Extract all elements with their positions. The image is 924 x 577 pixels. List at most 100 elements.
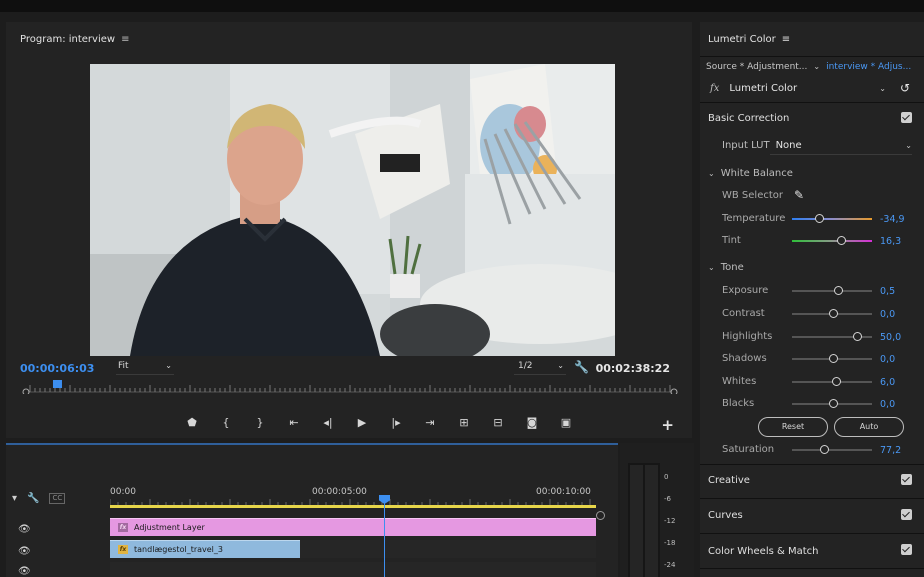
chevron-down-icon: ⌄ bbox=[708, 169, 715, 178]
creative-checkbox[interactable] bbox=[901, 474, 912, 485]
white-balance-header[interactable]: ⌄ White Balance bbox=[708, 168, 793, 179]
slider-knob[interactable] bbox=[819, 445, 829, 454]
color-wheels-checkbox[interactable] bbox=[901, 544, 912, 555]
zoom-fit-select[interactable]: Fit ⌄ bbox=[116, 361, 174, 375]
source-target-row: Source * Adjustment... ⌄ interview * Adjus… bbox=[706, 62, 918, 72]
slider-knob[interactable] bbox=[814, 214, 824, 223]
whites-value[interactable]: 6,0 bbox=[880, 377, 895, 388]
tint-value[interactable]: 16,3 bbox=[880, 236, 901, 247]
meter-tick: -6 bbox=[664, 495, 671, 503]
adjustment-layer-clip[interactable]: fx Adjustment Layer bbox=[110, 518, 596, 536]
color-wheels-header[interactable]: Color Wheels & Match bbox=[708, 546, 818, 557]
panel-menu-icon[interactable]: ≡ bbox=[782, 34, 790, 45]
curves-checkbox[interactable] bbox=[901, 509, 912, 520]
slider-knob[interactable] bbox=[829, 309, 839, 318]
contrast-label: Contrast bbox=[722, 308, 765, 319]
export-frame-icon[interactable]: ◙ bbox=[524, 416, 540, 429]
slider-knob[interactable] bbox=[833, 286, 843, 295]
contrast-value[interactable]: 0,0 bbox=[880, 309, 895, 320]
temperature-value[interactable]: -34,9 bbox=[880, 214, 905, 225]
exposure-slider[interactable] bbox=[792, 286, 872, 295]
chevron-down-icon[interactable]: ⌄ bbox=[813, 62, 820, 71]
divider bbox=[700, 56, 924, 57]
shadows-slider[interactable] bbox=[792, 354, 872, 363]
slider-knob[interactable] bbox=[831, 377, 841, 386]
clip-end-handle[interactable] bbox=[596, 511, 605, 520]
timeline-playhead-line bbox=[384, 497, 385, 577]
saturation-slider[interactable] bbox=[792, 445, 872, 454]
current-timecode[interactable]: 00:00:06:03 bbox=[20, 362, 94, 375]
temperature-slider[interactable] bbox=[792, 214, 872, 223]
blacks-value[interactable]: 0,0 bbox=[880, 399, 895, 410]
contrast-slider[interactable] bbox=[792, 309, 872, 318]
basic-correction-header[interactable]: Basic Correction bbox=[708, 113, 789, 124]
playback-resolution-select[interactable]: 1/2 ⌄ bbox=[514, 361, 566, 375]
tone-header[interactable]: ⌄ Tone bbox=[708, 262, 744, 273]
meter-channel-right bbox=[645, 465, 658, 577]
monitor-time-ruler[interactable] bbox=[20, 380, 680, 394]
extract-icon[interactable]: ⊟ bbox=[490, 416, 506, 429]
step-back-icon[interactable]: ◂| bbox=[320, 416, 336, 429]
eye-icon[interactable]: 👁 bbox=[18, 524, 31, 535]
target-sequence-link[interactable]: interview * Adjus... bbox=[826, 62, 911, 72]
work-area-bar[interactable] bbox=[110, 505, 596, 508]
comparison-view-icon[interactable]: ▣ bbox=[558, 416, 574, 429]
go-to-in-icon[interactable]: ⇤ bbox=[286, 416, 302, 429]
temperature-label: Temperature bbox=[722, 213, 786, 224]
chevron-down-icon[interactable]: ⌄ bbox=[905, 141, 912, 150]
eyedropper-icon[interactable]: ✎ bbox=[794, 188, 804, 202]
marker-icon[interactable]: ⬟ bbox=[184, 416, 200, 429]
input-lut-row: Input LUT None bbox=[722, 140, 802, 151]
highlights-slider[interactable] bbox=[792, 332, 872, 341]
curves-header[interactable]: Curves bbox=[708, 510, 743, 521]
auto-button[interactable]: Auto bbox=[834, 417, 904, 437]
lift-icon[interactable]: ⊞ bbox=[456, 416, 472, 429]
marker-icon[interactable]: ▾ bbox=[12, 493, 17, 504]
slider-knob[interactable] bbox=[829, 354, 839, 363]
meter-tick: 0 bbox=[664, 473, 669, 481]
blacks-label: Blacks bbox=[722, 398, 755, 409]
reset-effect-icon[interactable]: ↺ bbox=[900, 81, 910, 95]
out-point-icon[interactable]: } bbox=[252, 416, 268, 429]
audio-meter: 0 -6 -12 -18 -24 bbox=[620, 443, 694, 577]
source-clip-selector[interactable]: Source * Adjustment... bbox=[706, 62, 807, 72]
top-bar bbox=[0, 0, 924, 12]
basic-correction-checkbox[interactable] bbox=[901, 112, 912, 123]
whites-slider[interactable] bbox=[792, 377, 872, 386]
highlights-value[interactable]: 50,0 bbox=[880, 332, 901, 343]
captions-icon[interactable]: CC bbox=[49, 493, 66, 504]
timeline-time-label: 00:00:10:00 bbox=[536, 487, 591, 497]
eye-icon[interactable]: 👁 bbox=[18, 566, 31, 577]
chevron-down-icon: ⌄ bbox=[165, 361, 172, 370]
divider bbox=[700, 102, 924, 103]
reset-button[interactable]: Reset bbox=[758, 417, 828, 437]
program-monitor-title[interactable]: Program: interview ≡ bbox=[20, 34, 129, 45]
eye-icon[interactable]: 👁 bbox=[18, 546, 31, 557]
shadows-value[interactable]: 0,0 bbox=[880, 354, 895, 365]
input-lut-select[interactable]: None bbox=[776, 140, 802, 151]
video-clip[interactable]: fx tandlægestol_travel_3 bbox=[110, 540, 300, 558]
creative-header[interactable]: Creative bbox=[708, 475, 750, 486]
saturation-value[interactable]: 77,2 bbox=[880, 445, 901, 456]
slider-knob[interactable] bbox=[829, 399, 839, 408]
add-button-icon[interactable]: + bbox=[661, 416, 674, 434]
blacks-slider[interactable] bbox=[792, 399, 872, 408]
slider-knob[interactable] bbox=[837, 236, 847, 245]
in-point-icon[interactable]: { bbox=[218, 416, 234, 429]
play-icon[interactable]: ▶ bbox=[354, 416, 370, 429]
panel-menu-icon[interactable]: ≡ bbox=[121, 34, 129, 45]
wrench-icon[interactable]: 🔧 bbox=[27, 493, 39, 504]
meter-tick: -24 bbox=[664, 561, 676, 569]
wrench-icon[interactable]: 🔧 bbox=[574, 360, 589, 374]
effect-selector-row: fx Lumetri Color ⌄ ↺ bbox=[710, 80, 914, 96]
slider-knob[interactable] bbox=[853, 332, 863, 341]
exposure-value[interactable]: 0,5 bbox=[880, 286, 895, 297]
fx-badge-icon: fx bbox=[118, 523, 128, 532]
go-to-out-icon[interactable]: ⇥ bbox=[422, 416, 438, 429]
program-video-frame[interactable] bbox=[90, 64, 615, 356]
effect-name-select[interactable]: Lumetri Color bbox=[729, 83, 797, 94]
chevron-down-icon[interactable]: ⌄ bbox=[879, 84, 886, 93]
tint-slider[interactable] bbox=[792, 236, 872, 245]
lumetri-title[interactable]: Lumetri Color ≡ bbox=[708, 34, 790, 45]
step-forward-icon[interactable]: |▸ bbox=[388, 416, 404, 429]
